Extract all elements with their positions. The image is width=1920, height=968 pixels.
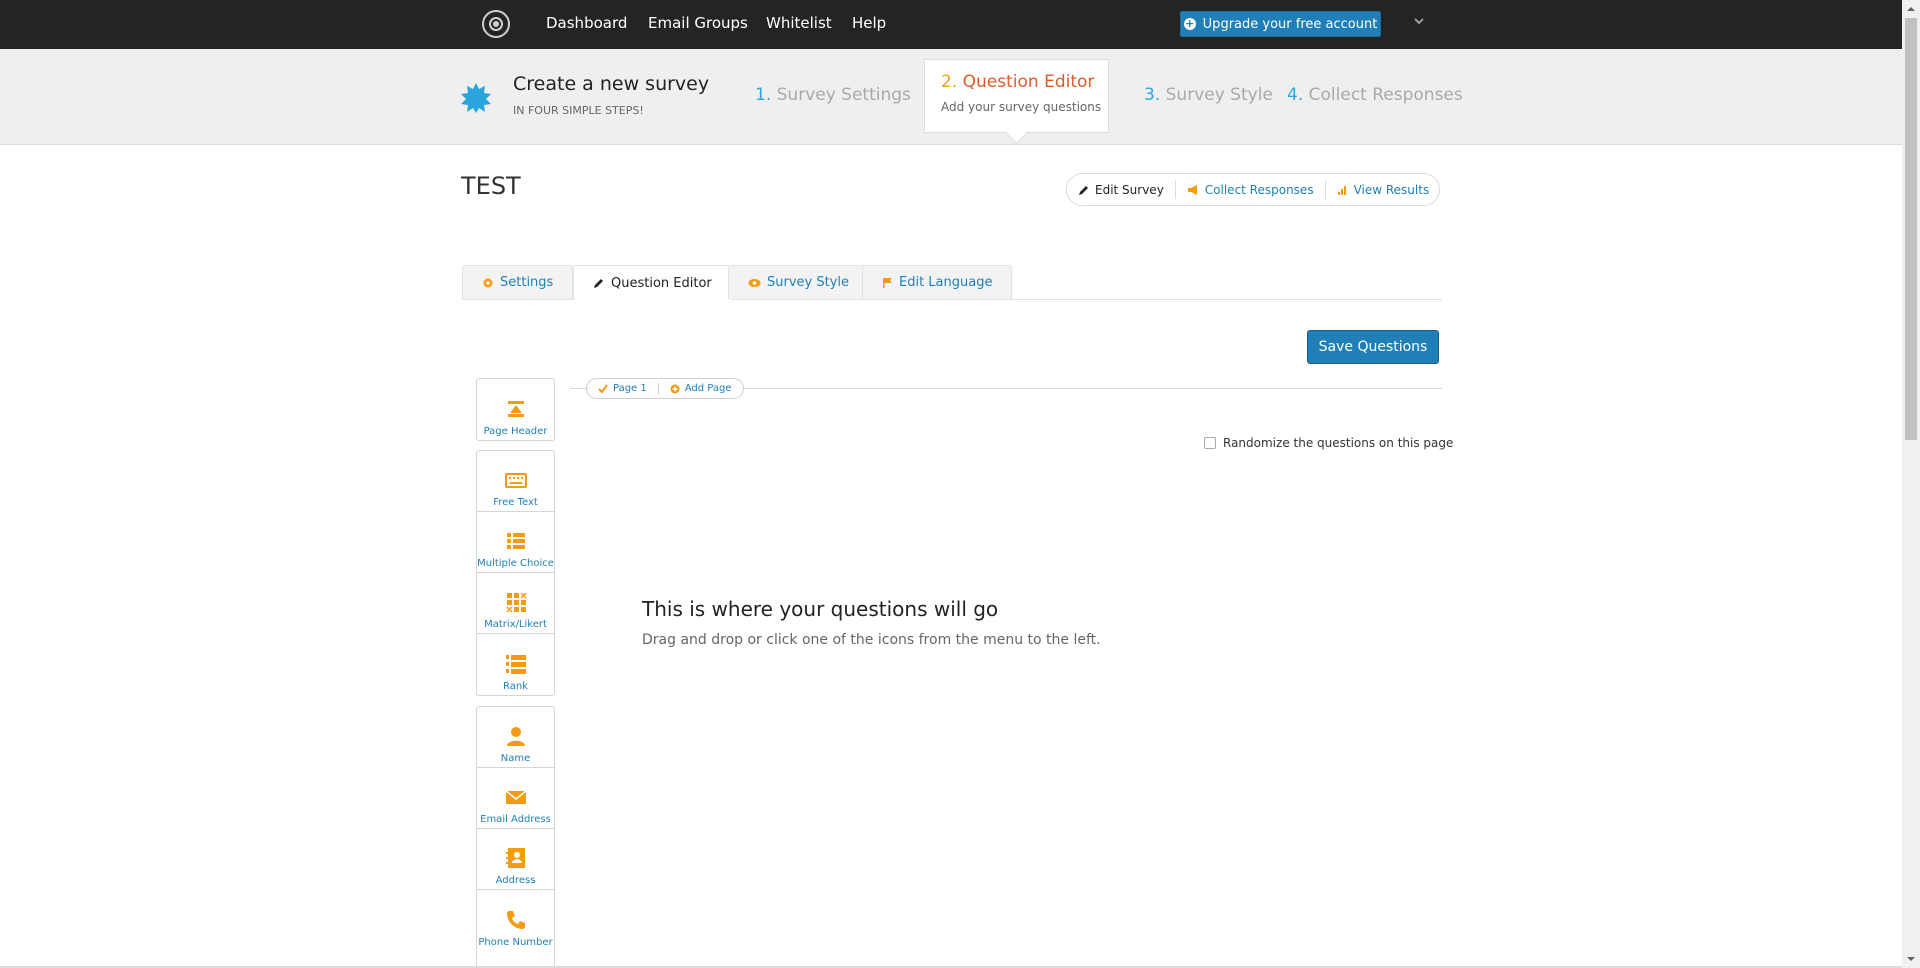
palette-rank[interactable]: Rank: [477, 634, 554, 695]
palette-group-questions: Free Text Multiple Choice Matrix/Likert …: [476, 450, 555, 696]
step-number: 1.: [755, 85, 772, 105]
flag-icon: [883, 277, 892, 288]
pencil-icon: [594, 279, 603, 288]
palette-label: Phone Number: [478, 937, 553, 948]
megaphone-icon: [1187, 184, 1197, 195]
step-collect-responses[interactable]: 4. Collect Responses: [1287, 85, 1463, 105]
view-results-button[interactable]: View Results: [1324, 180, 1441, 199]
palette-multiple-choice[interactable]: Multiple Choice: [477, 512, 554, 573]
upgrade-button[interactable]: + Upgrade your free account: [1180, 11, 1381, 37]
palette-label: Name: [500, 753, 531, 764]
tab-label: Edit Language: [899, 275, 993, 290]
step-number: 4.: [1287, 85, 1304, 105]
step-number: 3.: [1144, 85, 1161, 105]
eye-icon: [748, 278, 761, 287]
randomize-checkbox[interactable]: [1204, 437, 1216, 449]
step-survey-settings[interactable]: 1. Survey Settings: [755, 85, 911, 105]
scrollbar-thumb[interactable]: [1905, 18, 1917, 440]
step-label: Collect Responses: [1308, 85, 1463, 105]
palette-label: Email Address: [480, 814, 551, 825]
collect-responses-button[interactable]: Collect Responses: [1174, 180, 1325, 199]
upgrade-label: Upgrade your free account: [1202, 16, 1378, 32]
palette-label: Multiple Choice: [477, 558, 554, 569]
survey-title: TEST: [461, 172, 521, 200]
palette-phone-number[interactable]: Phone Number: [477, 890, 554, 951]
page-tabs: Page 1 Add Page: [586, 378, 744, 399]
palette-email-address[interactable]: Email Address: [477, 768, 554, 829]
plus-circle-icon: +: [1183, 17, 1196, 30]
step-number: 2.: [941, 72, 958, 92]
grid-icon: [505, 592, 527, 613]
scroll-up-arrow-icon[interactable]: [1905, 3, 1917, 15]
edit-survey-label: Edit Survey: [1095, 182, 1164, 197]
nav-help[interactable]: Help: [852, 14, 886, 32]
bar-chart-icon: [1337, 185, 1346, 195]
palette-matrix-likert[interactable]: Matrix/Likert: [477, 573, 554, 634]
save-questions-button[interactable]: Save Questions: [1307, 330, 1439, 364]
palette-label: Address: [495, 875, 536, 886]
keyboard-icon: [504, 473, 527, 488]
palette-free-text[interactable]: Free Text: [477, 451, 554, 512]
address-book-icon: [505, 848, 525, 868]
palette-label: Matrix/Likert: [484, 619, 547, 630]
list-check-icon: [506, 533, 525, 549]
palette-group-contact: Name Email Address Address Phone Number: [476, 706, 555, 968]
gear-icon: [483, 278, 493, 287]
tab-settings[interactable]: Settings: [462, 265, 574, 299]
plus-circle-icon: [670, 384, 680, 393]
palette-label: Free Text: [493, 497, 538, 508]
edit-survey-button[interactable]: Edit Survey: [1067, 180, 1175, 199]
page-header-icon: [507, 401, 524, 417]
randomize-label: Randomize the questions on this page: [1223, 436, 1454, 450]
tab-question-editor[interactable]: Question Editor: [573, 265, 732, 300]
collect-responses-label: Collect Responses: [1204, 182, 1314, 197]
empty-state-title: This is where your questions will go: [642, 597, 999, 621]
nav-dashboard[interactable]: Dashboard: [546, 14, 627, 32]
top-navbar: [0, 0, 1902, 49]
step-active-panel: [924, 59, 1109, 133]
tab-edit-language[interactable]: Edit Language: [862, 265, 1013, 299]
page-1-tab[interactable]: Page 1: [587, 383, 658, 394]
add-page-button[interactable]: Add Page: [657, 383, 743, 394]
step-label: Survey Style: [1165, 85, 1273, 105]
step-label: Question Editor: [962, 72, 1095, 92]
survey-actions-group: Edit Survey Collect Responses View Resul…: [1066, 173, 1440, 206]
palette-group-layout: Page Header: [476, 378, 555, 441]
create-survey-title: Create a new survey: [513, 73, 710, 95]
randomize-option[interactable]: Randomize the questions on this page: [1204, 436, 1453, 450]
step-question-editor-sub: Add your survey questions: [941, 100, 1102, 114]
view-results-label: View Results: [1353, 182, 1430, 197]
create-survey-subtitle: IN FOUR SIMPLE STEPS!: [513, 104, 644, 117]
starburst-icon: [461, 83, 491, 113]
empty-state-subtitle: Drag and drop or click one of the icons …: [642, 632, 1101, 648]
add-page-label: Add Page: [684, 383, 732, 394]
palette-name[interactable]: Name: [477, 707, 554, 768]
step-survey-style[interactable]: 3. Survey Style: [1144, 85, 1273, 105]
ranked-list-icon: [505, 655, 526, 674]
tab-label: Survey Style: [767, 275, 850, 290]
phone-icon: [506, 911, 525, 929]
envelope-icon: [505, 790, 526, 804]
palette-address[interactable]: Address: [477, 829, 554, 890]
checkmark-icon: [598, 384, 608, 393]
page-1-label: Page 1: [613, 383, 647, 394]
tab-label: Question Editor: [611, 275, 712, 291]
nav-whitelist[interactable]: Whitelist: [766, 14, 832, 32]
palette-label: Rank: [503, 681, 528, 692]
tab-survey-style[interactable]: Survey Style: [728, 265, 870, 299]
step-label: Survey Settings: [776, 85, 911, 105]
chevron-down-icon[interactable]: [1413, 15, 1425, 27]
pencil-icon: [1079, 185, 1088, 195]
person-icon: [506, 727, 525, 746]
palette-page-header[interactable]: Page Header: [477, 379, 554, 440]
palette-label: Page Header: [483, 426, 548, 437]
nav-email-groups[interactable]: Email Groups: [648, 14, 748, 32]
tab-label: Settings: [500, 275, 554, 290]
scroll-down-arrow-icon[interactable]: [1905, 953, 1917, 965]
step-question-editor[interactable]: 2. Question Editor: [941, 72, 1094, 92]
app-logo-icon[interactable]: [482, 10, 510, 38]
